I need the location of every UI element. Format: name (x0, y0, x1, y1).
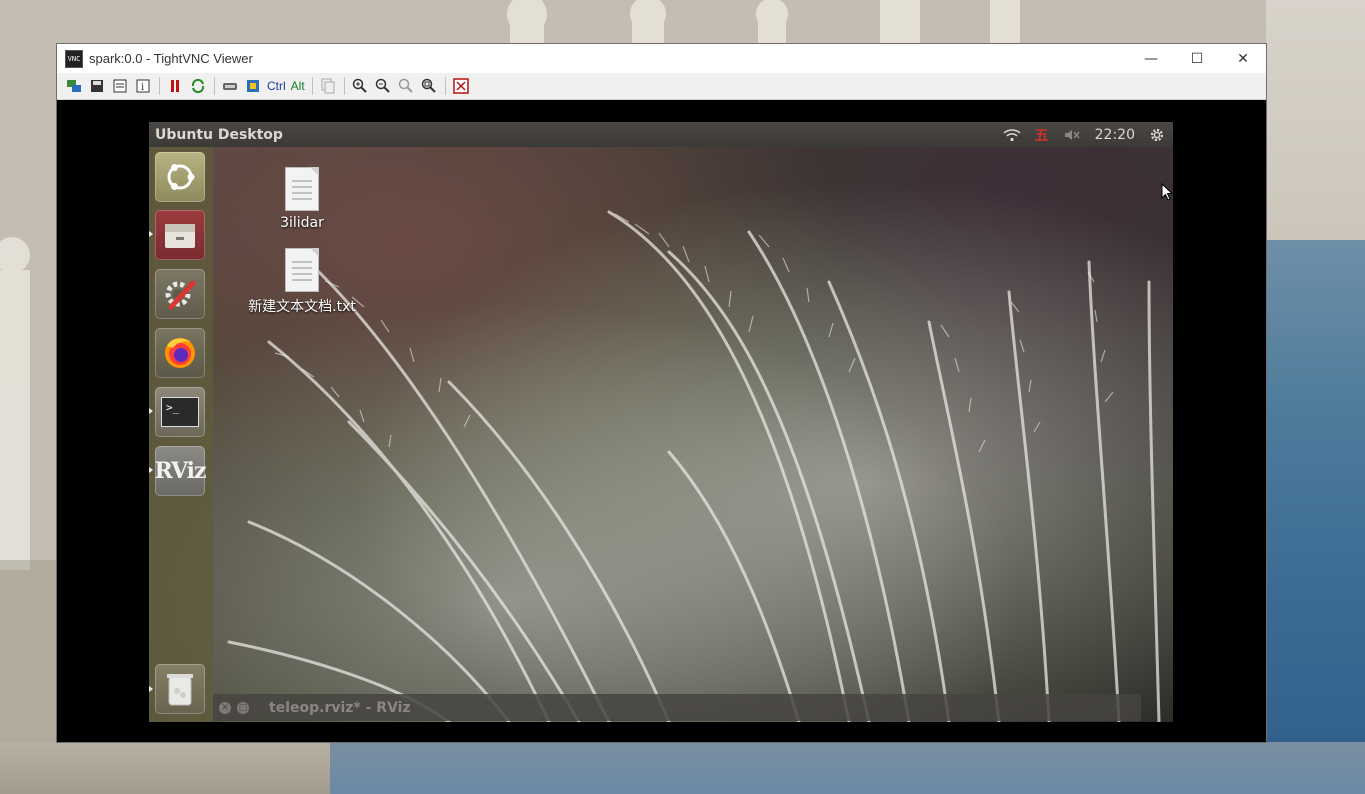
rviz-icon[interactable]: RViz (154, 446, 207, 496)
zoom-100-icon[interactable] (395, 76, 417, 96)
desktop-file-new-text-doc[interactable]: 新建文本文档.txt (237, 248, 367, 316)
ctrl-key-button[interactable]: Ctrl (265, 76, 288, 96)
running-indicator (149, 467, 153, 473)
ubuntu-top-panel: Ubuntu Desktop 五 22:20 (149, 122, 1173, 147)
toolbar-separator (343, 77, 345, 95)
alt-key-button[interactable]: Alt (289, 76, 307, 96)
water-area (1266, 240, 1365, 794)
document-icon (285, 248, 319, 292)
vnc-titlebar[interactable]: VNC spark:0.0 - TightVNC Viewer — ☐ ✕ (57, 44, 1266, 73)
desktop-file-label: 3ilidar (280, 215, 324, 231)
vnc-toolbar: i Ctrl Alt (57, 73, 1266, 100)
vnc-viewer-window[interactable]: VNC spark:0.0 - TightVNC Viewer — ☐ ✕ i (57, 44, 1266, 742)
desktop-file-label: 新建文本文档.txt (248, 299, 356, 315)
close-button[interactable]: ✕ (1220, 44, 1266, 73)
toolbar-separator (311, 77, 313, 95)
new-connection-icon[interactable] (63, 76, 85, 96)
desktop-file-3ilidar[interactable]: 3ilidar (237, 167, 367, 231)
wifi-icon[interactable] (1003, 128, 1021, 142)
zoom-fit-icon[interactable] (418, 76, 440, 96)
remote-desktop-screen[interactable]: Ubuntu Desktop 五 22:20 >_ RViz 3ilidar 新… (149, 122, 1173, 722)
window-close-button[interactable]: ✕ (219, 701, 231, 714)
system-gear-icon[interactable] (1149, 127, 1165, 143)
refresh-icon[interactable] (187, 76, 209, 96)
stone-wall (0, 742, 380, 794)
terminal-icon[interactable]: >_ (155, 387, 205, 437)
rviz-window-titlebar[interactable]: ✕ □ teleop.rviz* - RViz (213, 694, 1141, 721)
save-session-icon[interactable] (86, 76, 108, 96)
input-method-indicator[interactable]: 五 (1035, 125, 1049, 145)
ubuntu-dash-icon[interactable] (155, 152, 205, 202)
trash-icon[interactable] (155, 664, 205, 714)
zoom-in-icon[interactable] (349, 76, 371, 96)
terminal-prompt-glyph: >_ (161, 397, 199, 427)
svg-text:i: i (141, 82, 144, 93)
toolbar-separator (159, 77, 160, 95)
minimize-button[interactable]: — (1128, 44, 1174, 73)
connection-options-icon[interactable] (109, 76, 131, 96)
running-indicator (149, 231, 153, 237)
rviz-logo-text: RViz (154, 458, 206, 484)
files-icon[interactable] (155, 210, 205, 260)
clock[interactable]: 22:20 (1095, 127, 1135, 143)
toolbar-separator (214, 77, 215, 95)
rviz-window-title: teleop.rviz* - RViz (269, 699, 411, 716)
unity-launcher: >_ RViz (149, 147, 213, 722)
system-settings-icon[interactable] (155, 269, 205, 319)
tightvnc-app-icon: VNC (65, 49, 83, 68)
window-restore-button[interactable]: □ (237, 701, 249, 714)
full-screen-icon[interactable] (450, 76, 472, 96)
maximize-button[interactable]: ☐ (1174, 44, 1220, 73)
toolbar-separator (444, 77, 446, 95)
stone-balustrade (1266, 0, 1365, 240)
ctrl-alt-del-icon[interactable] (219, 76, 241, 96)
zoom-out-icon[interactable] (372, 76, 394, 96)
topbar-title: Ubuntu Desktop (155, 126, 283, 143)
connection-info-icon[interactable]: i (132, 76, 154, 96)
system-tray: 五 22:20 (1003, 122, 1173, 147)
ctrl-esc-icon[interactable] (242, 76, 264, 96)
transfer-clipboard-icon[interactable] (317, 76, 339, 96)
pause-icon[interactable] (164, 76, 186, 96)
window-controls: — ☐ ✕ (1128, 44, 1266, 73)
volume-muted-icon[interactable] (1063, 128, 1081, 142)
running-indicator (149, 408, 153, 414)
window-title: spark:0.0 - TightVNC Viewer (89, 51, 253, 66)
water-area-bottom (330, 742, 1365, 794)
document-icon (285, 167, 319, 211)
firefox-icon[interactable] (155, 328, 205, 378)
running-indicator (149, 686, 153, 692)
mouse-cursor-icon (1161, 183, 1173, 201)
